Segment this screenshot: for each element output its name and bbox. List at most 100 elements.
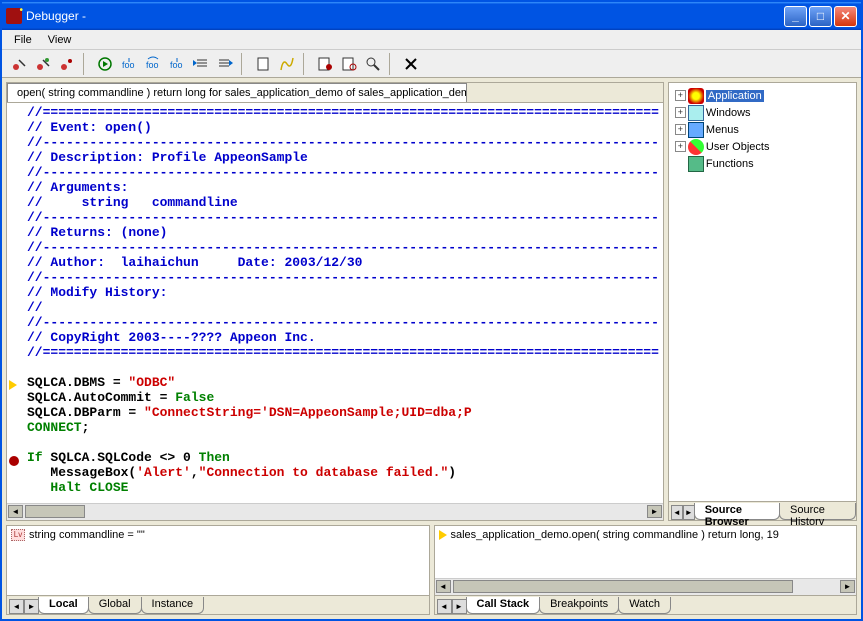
start2-icon[interactable]: [32, 53, 54, 75]
expand-icon[interactable]: +: [675, 141, 686, 152]
expand-icon[interactable]: +: [675, 124, 686, 135]
application-icon: [688, 88, 704, 104]
top-panes: open( string commandline ) return long f…: [6, 82, 857, 521]
app-icon: [6, 8, 22, 24]
separator: [83, 53, 89, 75]
user-objects-icon: [688, 139, 704, 155]
source-panel: open( string commandline ) return long f…: [6, 82, 664, 521]
h-scrollbar[interactable]: ◄ ►: [435, 578, 857, 595]
window-controls: _ □ ✕: [784, 6, 857, 27]
menubar: File View: [2, 30, 861, 50]
quickwatch-icon[interactable]: [362, 53, 384, 75]
var-icon: Lv: [11, 529, 25, 541]
tab-nav-right-icon[interactable]: ►: [24, 599, 39, 614]
stop-debug-icon[interactable]: [56, 53, 78, 75]
tree-item-menus[interactable]: + Menus: [671, 121, 854, 138]
edit-source-icon[interactable]: [252, 53, 274, 75]
tab-nav-left-icon[interactable]: ◄: [9, 599, 24, 614]
stack-tabstrip: ◄ ► Call Stack Breakpoints Watch: [435, 595, 857, 614]
scroll-thumb[interactable]: [453, 580, 793, 593]
tab-source-browser[interactable]: Source Browser: [694, 503, 780, 520]
tree-item-windows[interactable]: + Windows: [671, 104, 854, 121]
step-out-icon[interactable]: foo: [166, 53, 188, 75]
scroll-right-icon[interactable]: ►: [840, 580, 855, 593]
step-in-icon[interactable]: foo: [118, 53, 140, 75]
tab-instance[interactable]: Instance: [141, 597, 205, 614]
menu-file[interactable]: File: [6, 32, 40, 48]
workspace: open( string commandline ) return long f…: [2, 78, 861, 619]
run-to-cursor-icon[interactable]: [190, 53, 212, 75]
titlebar: Debugger - _ □ ✕: [2, 2, 861, 30]
current-line-icon: [9, 380, 17, 390]
menus-icon: [688, 122, 704, 138]
tree-label: Functions: [706, 158, 754, 170]
local-vars[interactable]: Lv string commandline = "": [7, 526, 429, 595]
callstack-panel: sales_application_demo.open( string comm…: [434, 525, 858, 615]
source-tabstrip: open( string commandline ) return long f…: [7, 83, 663, 103]
source-code[interactable]: //======================================…: [7, 103, 663, 503]
tree-label: Menus: [706, 124, 739, 136]
separator: [389, 53, 395, 75]
window-title: Debugger -: [26, 9, 86, 23]
functions-icon: [688, 156, 704, 172]
local-var-text: string commandline = "": [29, 529, 145, 541]
stack-frame[interactable]: sales_application_demo.open( string comm…: [439, 529, 853, 541]
stack-frame-text: sales_application_demo.open( string comm…: [451, 529, 779, 541]
h-scrollbar[interactable]: ◄ ►: [7, 503, 663, 520]
svg-text:foo: foo: [122, 60, 135, 70]
minimize-button[interactable]: _: [784, 6, 807, 27]
tree-label: Application: [706, 90, 764, 102]
object-tree[interactable]: + Application + Windows + Menus: [669, 83, 856, 501]
tab-source-history[interactable]: Source History: [779, 503, 856, 520]
step-over-icon[interactable]: foo: [142, 53, 164, 75]
tab-nav-right-icon[interactable]: ►: [683, 505, 695, 520]
add-bp-icon[interactable]: [314, 53, 336, 75]
separator: [241, 53, 247, 75]
source-tab-label: open( string commandline ) return long f…: [17, 87, 467, 99]
debugger-window: Debugger - _ □ ✕ File View foo foo foo: [0, 0, 863, 621]
expand-icon[interactable]: +: [675, 90, 686, 101]
tab-local[interactable]: Local: [38, 597, 89, 614]
toolbar: foo foo foo: [2, 50, 861, 78]
continue-icon[interactable]: [94, 53, 116, 75]
tab-call-stack[interactable]: Call Stack: [466, 597, 541, 614]
source-browser-panel: + Application + Windows + Menus: [668, 82, 857, 521]
separator: [303, 53, 309, 75]
tab-nav-right-icon[interactable]: ►: [452, 599, 467, 614]
breakpoint-icon[interactable]: [9, 456, 19, 466]
bottom-panes: Lv string commandline = "" ◄ ► Local Glo…: [6, 525, 857, 615]
windows-icon: [688, 105, 704, 121]
local-var-row[interactable]: Lv string commandline = "": [11, 529, 425, 541]
remove-bp-icon[interactable]: [338, 53, 360, 75]
tab-breakpoints[interactable]: Breakpoints: [539, 597, 619, 614]
svg-text:foo: foo: [146, 60, 159, 70]
scroll-left-icon[interactable]: ◄: [436, 580, 451, 593]
maximize-button[interactable]: □: [809, 6, 832, 27]
gutter: [7, 103, 25, 503]
select-script-icon[interactable]: [276, 53, 298, 75]
browser-tabstrip: ◄ ► Source Browser Source History: [669, 501, 856, 520]
scroll-left-icon[interactable]: ◄: [8, 505, 23, 518]
tab-watch[interactable]: Watch: [618, 597, 671, 614]
vars-tabstrip: ◄ ► Local Global Instance: [7, 595, 429, 614]
svg-text:foo: foo: [170, 60, 183, 70]
close-debug-icon[interactable]: [400, 53, 422, 75]
tab-nav-left-icon[interactable]: ◄: [437, 599, 452, 614]
menu-view[interactable]: View: [40, 32, 80, 48]
tab-nav-left-icon[interactable]: ◄: [671, 505, 683, 520]
tree-item-functions[interactable]: Functions: [671, 155, 854, 172]
expand-icon[interactable]: +: [675, 107, 686, 118]
tree-label: User Objects: [706, 141, 770, 153]
scroll-right-icon[interactable]: ►: [647, 505, 662, 518]
close-button[interactable]: ✕: [834, 6, 857, 27]
tab-global[interactable]: Global: [88, 597, 142, 614]
tree-label: Windows: [706, 107, 751, 119]
tree-item-application[interactable]: + Application: [671, 87, 854, 104]
scroll-thumb[interactable]: [25, 505, 85, 518]
callstack[interactable]: sales_application_demo.open( string comm…: [435, 526, 857, 578]
start-debug-icon[interactable]: [8, 53, 30, 75]
set-next-icon[interactable]: [214, 53, 236, 75]
variables-panel: Lv string commandline = "" ◄ ► Local Glo…: [6, 525, 430, 615]
tree-item-user-objects[interactable]: + User Objects: [671, 138, 854, 155]
source-tab[interactable]: open( string commandline ) return long f…: [7, 83, 467, 102]
